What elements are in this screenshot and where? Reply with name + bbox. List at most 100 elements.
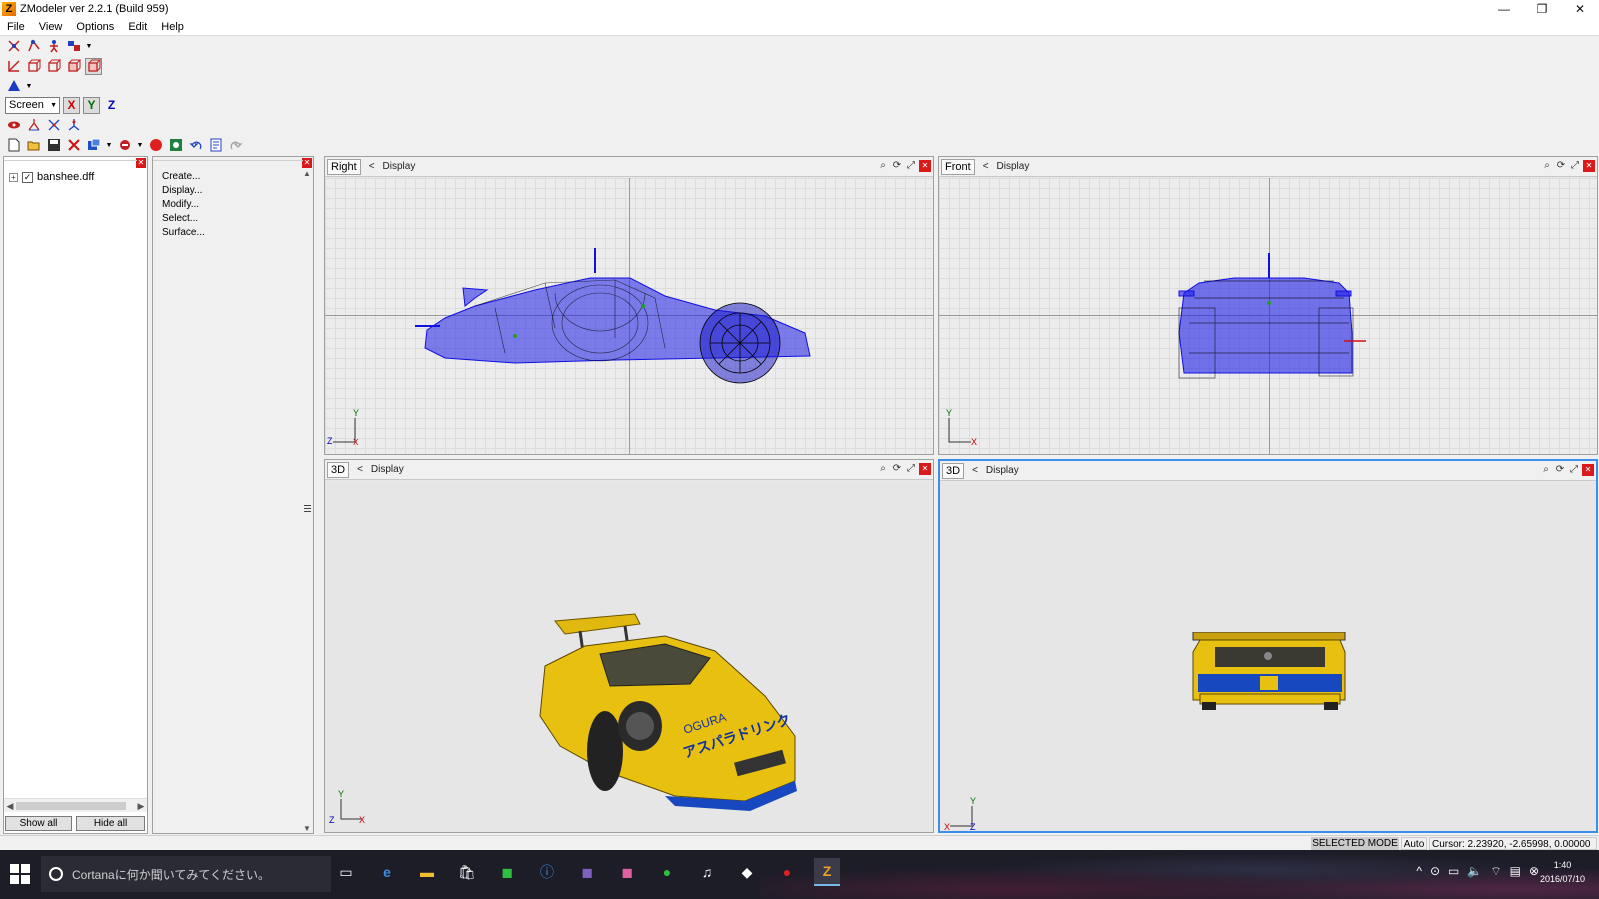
- rotate-view-icon[interactable]: ⟳: [891, 463, 903, 475]
- store-icon[interactable]: 🛍: [454, 858, 480, 886]
- axis-z-toggle[interactable]: Z: [103, 97, 120, 114]
- hide-all-button[interactable]: Hide all: [76, 816, 145, 831]
- maximize-viewport-icon[interactable]: ⤢: [1569, 160, 1581, 172]
- group-level-icon[interactable]: [65, 58, 82, 75]
- viewport-name-button[interactable]: 3D: [942, 462, 965, 479]
- open-file-icon[interactable]: [25, 137, 42, 154]
- tray-wifi-icon[interactable]: ⌔: [1490, 864, 1501, 879]
- close-window-button[interactable]: ✕: [1561, 0, 1599, 18]
- command-modify[interactable]: Modify...: [162, 199, 199, 210]
- select-single-icon[interactable]: [5, 38, 22, 55]
- snap-vertex-icon[interactable]: [25, 117, 42, 134]
- vertical-scrollbar[interactable]: ▲ ▼: [301, 169, 313, 833]
- export-icon[interactable]: [116, 137, 133, 154]
- tray-notifications-icon[interactable]: ▤: [1510, 864, 1521, 879]
- command-display[interactable]: Display...: [162, 185, 202, 196]
- info-app-icon[interactable]: ⓘ: [534, 858, 560, 886]
- viewport-3d-left[interactable]: 3D < Display ⌕ ⟳ ⤢ ✕ OGURA アスパラドリンク Y Z: [324, 459, 934, 833]
- maximize-viewport-icon[interactable]: ⤢: [905, 160, 917, 172]
- torrent-app-icon[interactable]: ●: [654, 858, 680, 886]
- horizontal-scrollbar[interactable]: ◀ ▶: [4, 798, 147, 812]
- snap-face-icon[interactable]: [65, 117, 82, 134]
- dropdown-arrow-icon[interactable]: ▼: [105, 142, 113, 149]
- viewport-canvas[interactable]: OGURA アスパラドリンク Y Z X: [325, 481, 933, 832]
- axis-x-toggle[interactable]: X: [63, 96, 80, 114]
- close-panel-icon[interactable]: ✕: [136, 158, 146, 168]
- viewport-name-button[interactable]: Right: [327, 158, 361, 175]
- viewport-front[interactable]: Front < Display ⌕ ⟳ ⤢ ✕ Y X: [938, 156, 1598, 455]
- windows-start-icon[interactable]: [10, 864, 30, 884]
- scene-level-icon[interactable]: [85, 57, 102, 75]
- new-file-icon[interactable]: [5, 137, 22, 154]
- scroll-down-icon[interactable]: ▼: [301, 824, 313, 833]
- close-viewport-icon[interactable]: ✕: [919, 463, 931, 475]
- close-viewport-icon[interactable]: ✕: [919, 160, 931, 172]
- display-arrow[interactable]: <: [972, 465, 978, 476]
- hide-icon[interactable]: [5, 117, 22, 134]
- system-clock[interactable]: 1:40 2016/07/10: [1540, 858, 1585, 886]
- menu-help[interactable]: Help: [154, 21, 191, 33]
- minimize-button[interactable]: —: [1485, 0, 1523, 18]
- menu-options[interactable]: Options: [69, 21, 121, 33]
- dropdown-arrow-icon[interactable]: ▼: [85, 43, 93, 50]
- viewport-grid[interactable]: Y Z X: [325, 178, 933, 454]
- properties-icon[interactable]: [207, 137, 224, 154]
- scroll-left-icon[interactable]: ◀: [4, 799, 16, 813]
- restore-button[interactable]: ❐: [1523, 0, 1561, 18]
- menu-edit[interactable]: Edit: [121, 21, 154, 33]
- dropdown-arrow-icon[interactable]: ▼: [25, 83, 33, 90]
- display-menu[interactable]: Display: [371, 464, 404, 475]
- tray-battery-icon[interactable]: ▭: [1448, 864, 1459, 879]
- display-menu[interactable]: Display: [383, 161, 416, 172]
- face-level-icon[interactable]: [25, 58, 42, 75]
- tray-ime-icon[interactable]: ⊗: [1529, 864, 1539, 879]
- zoom-icon[interactable]: ⌕: [877, 463, 889, 475]
- close-viewport-icon[interactable]: ✕: [1582, 464, 1594, 476]
- scroll-grip-icon[interactable]: [304, 505, 311, 512]
- display-arrow[interactable]: <: [983, 161, 989, 172]
- redo-icon[interactable]: [227, 137, 244, 154]
- vertex-level-icon[interactable]: [5, 58, 22, 75]
- display-arrow[interactable]: <: [357, 464, 363, 475]
- viewport-3d-right[interactable]: 3D < Display ⌕ ⟳ ⤢ ✕ Y Z X: [938, 459, 1598, 833]
- game-app-icon[interactable]: ◆: [734, 858, 760, 886]
- display-arrow[interactable]: <: [369, 161, 375, 172]
- scroll-up-icon[interactable]: ▲: [301, 169, 313, 178]
- app-green-icon[interactable]: ◼: [494, 858, 520, 886]
- coord-system-select[interactable]: Screen ▼: [5, 96, 60, 114]
- edge-browser-icon[interactable]: e: [374, 858, 400, 886]
- menu-view[interactable]: View: [32, 21, 70, 33]
- tray-network-icon[interactable]: ⊙: [1430, 864, 1440, 879]
- command-create[interactable]: Create...: [162, 171, 200, 182]
- close-panel-icon[interactable]: ✕: [302, 158, 312, 168]
- select-group-icon[interactable]: [65, 38, 82, 55]
- dropdown-arrow-icon[interactable]: ▼: [136, 142, 144, 149]
- zoom-icon[interactable]: ⌕: [1540, 464, 1552, 476]
- viewport-name-button[interactable]: Front: [941, 158, 975, 175]
- scroll-thumb[interactable]: [16, 802, 126, 810]
- rotate-view-icon[interactable]: ⟳: [1554, 464, 1566, 476]
- snap-edge-icon[interactable]: [45, 117, 62, 134]
- tray-expand-icon[interactable]: ^: [1416, 864, 1422, 879]
- tree-item-banshee[interactable]: + ✓ banshee.dff: [9, 171, 94, 183]
- show-all-button[interactable]: Show all: [5, 816, 72, 831]
- red-app-icon[interactable]: ●: [774, 858, 800, 886]
- menu-file[interactable]: File: [0, 21, 32, 33]
- maximize-viewport-icon[interactable]: ⤢: [1568, 464, 1580, 476]
- viewport-grid[interactable]: Y X: [939, 178, 1597, 454]
- viewport-right[interactable]: Right < Display ⌕ ⟳ ⤢ ✕ Y Z X: [324, 156, 934, 455]
- import-icon[interactable]: [85, 137, 102, 154]
- axis-y-toggle[interactable]: Y: [83, 96, 100, 114]
- rotate-view-icon[interactable]: ⟳: [1555, 160, 1567, 172]
- music-app-icon[interactable]: ♫: [694, 858, 720, 886]
- display-menu[interactable]: Display: [997, 161, 1030, 172]
- task-view-icon[interactable]: ▭: [333, 858, 359, 886]
- command-select[interactable]: Select...: [162, 213, 198, 224]
- maximize-viewport-icon[interactable]: ⤢: [905, 463, 917, 475]
- rotate-view-icon[interactable]: ⟳: [891, 160, 903, 172]
- pyramid-icon[interactable]: [5, 78, 22, 95]
- zoom-icon[interactable]: ⌕: [877, 160, 889, 172]
- close-viewport-icon[interactable]: ✕: [1583, 160, 1595, 172]
- media-app-icon[interactable]: ◼: [574, 858, 600, 886]
- undo-icon[interactable]: [187, 137, 204, 154]
